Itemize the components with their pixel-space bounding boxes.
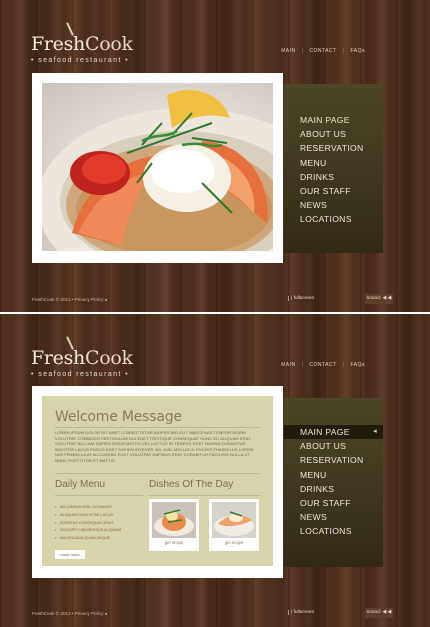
top-nav-separator: | <box>342 48 345 54</box>
daily-menu-list: ACCUMSAN NISL NONUMMY ALIQUAM DIAM VITAE… <box>55 504 121 543</box>
brand-name-fresh: Fresh <box>31 33 85 55</box>
home-panel: FreshCook • seafood restaurant • MAIN | CO… <box>0 0 430 312</box>
top-nav: MAIN | CONTACT | FAQs <box>278 48 368 54</box>
menu-item-news[interactable]: NEWS <box>284 510 383 524</box>
brand-logo[interactable]: FreshCook • seafood restaurant • <box>31 22 133 64</box>
menu-item-about-us[interactable]: ABOUT US <box>284 127 383 141</box>
dish-thumbnail[interactable]: get recipe <box>209 499 259 551</box>
menu-item-locations[interactable]: LOCATIONS <box>284 524 383 538</box>
footer-copyright[interactable]: FreshCook © 2012 • Privacy Policy ◂ <box>32 297 107 303</box>
dish-image-1 <box>152 502 196 538</box>
fullscreen-button[interactable]: | fullscreen <box>288 610 314 615</box>
dish-image-2 <box>212 502 256 538</box>
brand-logo[interactable]: FreshCook • seafood restaurant • <box>31 336 133 378</box>
menu-item-main-page-active[interactable]: MAIN PAGE ◂ <box>284 425 383 440</box>
top-nav-contact[interactable]: CONTACT <box>309 48 336 54</box>
sound-toggle[interactable]: sound: ◀ ◀ <box>365 608 393 618</box>
daily-menu-item[interactable]: EGESTAS CONSEQUAT ERAT <box>55 520 121 528</box>
menu-item-locations[interactable]: LOCATIONS <box>284 212 383 226</box>
main-menu: MAIN PAGE ◂ ABOUT US RESERVATION MENU DRI… <box>284 398 383 567</box>
dishes-of-the-day-title: Dishes Of The Day <box>149 479 234 490</box>
brand-name-cook: Cook <box>85 33 133 55</box>
menu-item-drinks[interactable]: DRINKS <box>284 170 383 184</box>
sound-toggle[interactable]: sound: ◀ ◀ <box>365 294 393 304</box>
dish-photo-1 <box>152 502 196 538</box>
footer-copyright[interactable]: FreshCook © 2012 • Privacy Policy ◂ <box>32 611 107 617</box>
welcome-title: Welcome Message <box>55 409 182 425</box>
dish-caption[interactable]: get recipe <box>149 540 199 545</box>
menu-item-news[interactable]: NEWS <box>284 198 383 212</box>
top-nav-faqs[interactable]: FAQs <box>350 362 365 368</box>
section-divider-line <box>55 473 260 474</box>
daily-menu-item[interactable]: MALESUADA QUAM NEQUE <box>55 535 121 543</box>
hero-photo-frame <box>32 73 283 263</box>
dishes-underline <box>149 495 261 496</box>
menu-item-label: MAIN PAGE <box>300 427 350 437</box>
dish-photo-2 <box>212 502 256 538</box>
menu-item-our-staff[interactable]: OUR STAFF <box>284 184 383 198</box>
more-button[interactable]: more more <box>55 550 85 559</box>
menu-item-reservation[interactable]: RESERVATION <box>284 453 383 467</box>
welcome-card-frame: Welcome Message LOREM IPSUM DOLOR SIT AM… <box>32 386 283 578</box>
dish-caption[interactable]: get recipe <box>209 540 259 545</box>
top-nav: MAIN | CONTACT | FAQs <box>278 362 368 368</box>
top-nav-main[interactable]: MAIN <box>281 48 296 54</box>
brand-tagline: • seafood restaurant • <box>31 371 129 378</box>
menu-item-our-staff[interactable]: OUR STAFF <box>284 496 383 510</box>
salmon-dish-photo <box>42 83 273 251</box>
daily-menu-item[interactable]: ALIQUAM DIAM VITAE LACUS <box>55 512 121 520</box>
menu-item-menu[interactable]: MENU <box>284 156 383 170</box>
main-menu: MAIN PAGE ABOUT US RESERVATION MENU DRIN… <box>284 84 383 253</box>
welcome-divider <box>55 427 260 428</box>
brand-name-fresh: Fresh <box>31 347 85 369</box>
top-nav-separator: | <box>342 362 345 368</box>
active-marker-icon: ◂ <box>373 428 377 435</box>
top-nav-separator: | <box>301 362 304 368</box>
brand-name-cook: Cook <box>85 347 133 369</box>
top-nav-faqs[interactable]: FAQs <box>350 48 365 54</box>
menu-item-reservation[interactable]: RESERVATION <box>284 141 383 155</box>
menu-item-about-us[interactable]: ABOUT US <box>284 439 383 453</box>
top-nav-main[interactable]: MAIN <box>281 362 296 368</box>
fullscreen-button[interactable]: | fullscreen <box>288 296 314 301</box>
daily-menu-underline <box>55 495 143 496</box>
welcome-body: LOREM IPSUM DOLOR SIT AMET CONSECTETUR A… <box>55 430 254 463</box>
brand-tagline: • seafood restaurant • <box>31 57 129 64</box>
daily-menu-item[interactable]: ACCUMSAN NISL NONUMMY <box>55 504 121 512</box>
welcome-card: Welcome Message LOREM IPSUM DOLOR SIT AM… <box>42 396 273 566</box>
daily-menu-title: Daily Menu <box>55 479 106 490</box>
top-nav-contact[interactable]: CONTACT <box>309 362 336 368</box>
daily-menu-item[interactable]: SUSCIPIT LABORIOSUS ALIQUAM <box>55 527 121 535</box>
menu-item-menu[interactable]: MENU <box>284 468 383 482</box>
dish-thumbnail[interactable]: get recipe <box>149 499 199 551</box>
top-nav-separator: | <box>301 48 304 54</box>
salmon-dish-image <box>42 89 273 251</box>
menu-item-main-page[interactable]: MAIN PAGE <box>284 113 383 127</box>
menu-item-drinks[interactable]: DRINKS <box>284 482 383 496</box>
